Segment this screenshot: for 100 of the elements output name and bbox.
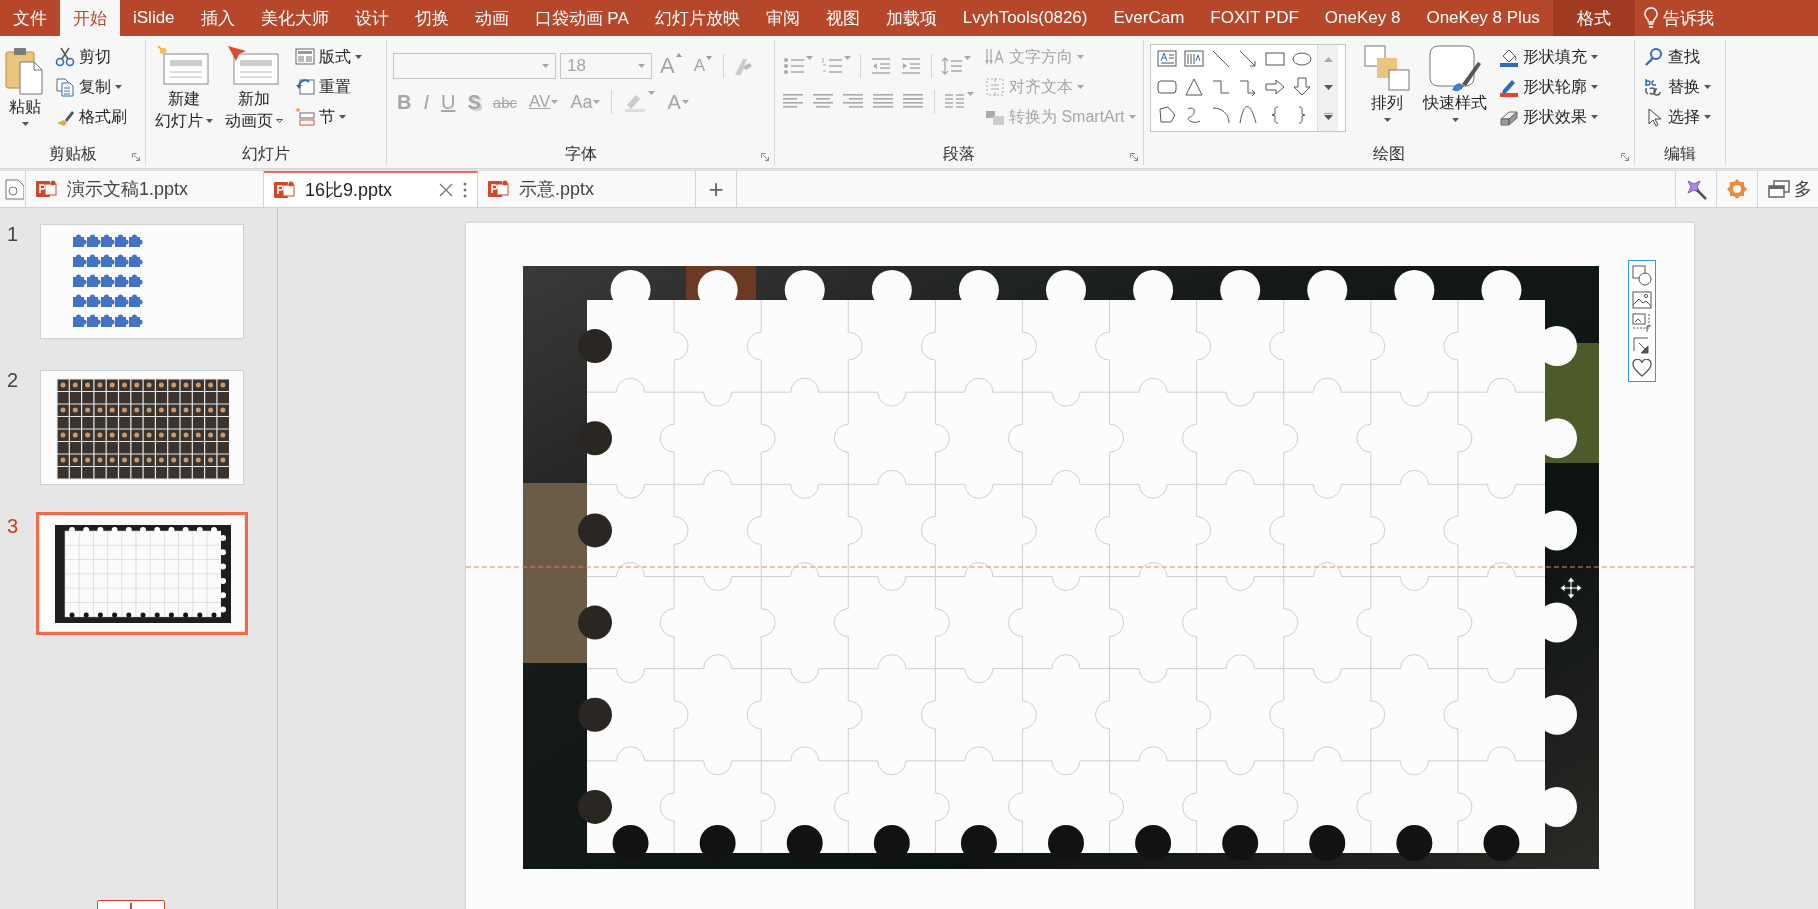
slide-thumbnail[interactable]	[40, 370, 244, 485]
arrange-button[interactable]: 排列	[1360, 42, 1414, 128]
ribbon-tab[interactable]: OneKey 8 Plus	[1413, 0, 1553, 36]
paste-button[interactable]: 粘贴	[0, 42, 50, 132]
bullets-icon[interactable]	[783, 56, 805, 76]
heart-icon[interactable]	[1632, 359, 1652, 377]
ribbon-tab[interactable]: 口袋动画 PA	[521, 0, 642, 36]
gallery-more-icon[interactable]	[1323, 112, 1333, 120]
paint-bucket-icon	[1499, 47, 1519, 67]
numbering-icon[interactable]	[821, 56, 843, 76]
triangle-icon[interactable]	[1183, 77, 1204, 97]
caret-icon	[355, 55, 362, 59]
arrow-line-icon[interactable]	[1237, 49, 1258, 69]
select-button[interactable]: 选择	[1641, 102, 1714, 132]
close-icon[interactable]	[439, 183, 453, 197]
brush-square-icon	[1428, 44, 1482, 92]
window-icon	[1768, 180, 1790, 198]
ribbon-tab[interactable]: EverCam	[1100, 0, 1198, 36]
copy-button[interactable]: 复制	[52, 72, 130, 102]
new-slide-button[interactable]: 新建 幻灯片	[152, 42, 216, 134]
caret-icon	[681, 100, 689, 104]
ribbon-tab[interactable]: 插入	[187, 0, 248, 36]
text-box-icon[interactable]	[1156, 49, 1177, 69]
more-icon[interactable]	[463, 182, 467, 198]
elbow-connector-icon[interactable]	[1210, 77, 1231, 97]
rectangle-icon[interactable]	[1264, 49, 1285, 69]
shapes-icon[interactable]	[1632, 265, 1652, 287]
ribbon-tab[interactable]: 幻灯片放映	[641, 0, 753, 36]
new-slide-icon	[156, 44, 212, 88]
ribbon-tab[interactable]: 切换	[401, 0, 462, 36]
ribbon-tab[interactable]: 文件	[0, 0, 60, 36]
ribbon-tab[interactable]: 开始	[60, 0, 120, 36]
settings-icon[interactable]	[1726, 178, 1748, 200]
new-tab-button[interactable]: +	[696, 171, 737, 207]
elbow-arrow-icon[interactable]	[1237, 77, 1258, 97]
slide-thumbnail[interactable]	[40, 224, 244, 339]
cut-button[interactable]: 剪切	[52, 42, 130, 72]
ribbon-tab[interactable]: FOXIT PDF	[1197, 0, 1312, 36]
corner-arrow-icon[interactable]	[1633, 337, 1651, 355]
replace-button[interactable]: 替换	[1641, 72, 1714, 102]
layout-icon	[295, 47, 315, 67]
ribbon-tab[interactable]: 设计	[341, 0, 402, 36]
vertical-text-box-icon[interactable]	[1183, 49, 1204, 69]
presentation-file-icon	[488, 179, 509, 199]
oval-icon[interactable]	[1291, 49, 1312, 69]
caret-icon	[1077, 85, 1084, 89]
layout-button[interactable]: 版式	[292, 42, 365, 72]
document-tab[interactable]: 示意.pptx	[478, 171, 696, 207]
ribbon-tab[interactable]: 审阅	[752, 0, 813, 36]
curve-icon[interactable]	[1237, 105, 1258, 125]
dialog-launcher-icon[interactable]	[1130, 153, 1138, 161]
caret-icon	[115, 85, 122, 89]
reset-button[interactable]: 重置	[292, 72, 365, 102]
document-tab[interactable]: 演示文稿1.pptx	[26, 171, 264, 207]
freeform-icon[interactable]	[1156, 105, 1177, 125]
shape-outline-button[interactable]: 形状轮廓	[1496, 72, 1601, 102]
shape-effects-button[interactable]: 形状效果	[1496, 102, 1601, 132]
ribbon-tab[interactable]: iSlide	[120, 0, 188, 36]
arc-icon[interactable]	[1210, 105, 1231, 125]
shape-fill-button[interactable]: 形状填充	[1496, 42, 1601, 72]
search-icon	[1644, 47, 1664, 67]
caret-icon	[1383, 118, 1391, 122]
caret-icon	[638, 64, 645, 68]
overlapping-squares-icon	[1363, 44, 1411, 92]
document-tab[interactable]: 16比9.pptx	[264, 171, 478, 207]
caret-icon	[844, 56, 851, 60]
caret-icon	[675, 53, 682, 57]
ribbon-tab[interactable]: OneKey 8	[1311, 0, 1414, 36]
line-icon[interactable]	[1210, 49, 1231, 69]
ribbon-tab[interactable]: 视图	[812, 0, 873, 36]
view-menu-label[interactable]: 多	[1794, 177, 1812, 201]
rounded-rectangle-icon[interactable]	[1156, 77, 1177, 97]
scroll-down-icon[interactable]	[1323, 84, 1333, 90]
ribbon-tab[interactable]: 格式	[1552, 0, 1635, 36]
ribbon-tab[interactable]: 美化大师	[247, 0, 342, 36]
find-button[interactable]: 查找	[1641, 42, 1714, 72]
line-spacing-icon[interactable]	[941, 56, 963, 76]
dialog-launcher-icon[interactable]	[1621, 153, 1629, 161]
ribbon-tab[interactable]: 加载项	[872, 0, 950, 36]
dialog-launcher-icon[interactable]	[132, 153, 140, 161]
magic-wand-icon[interactable]	[1684, 177, 1708, 201]
scroll-up-icon[interactable]	[1323, 56, 1333, 62]
quick-styles-button[interactable]: 快速样式	[1420, 42, 1490, 128]
ribbon-tab[interactable]: LvyhTools(0826)	[949, 0, 1101, 36]
caret-icon	[206, 119, 213, 123]
decrease-indent-icon[interactable]	[870, 56, 892, 76]
right-arrow-icon[interactable]	[1264, 77, 1285, 97]
ribbon-tab[interactable]: 动画	[461, 0, 522, 36]
picture-icon[interactable]	[1632, 291, 1652, 309]
pencil-icon	[1499, 77, 1519, 97]
tell-me-search[interactable]: 告诉我	[1662, 6, 1714, 30]
new-animation-page-button[interactable]: 新加 动画页	[222, 42, 286, 134]
down-arrow-icon[interactable]	[1291, 77, 1312, 97]
picture-crop-icon[interactable]	[1632, 313, 1652, 333]
increase-indent-icon[interactable]	[900, 56, 922, 76]
dialog-launcher-icon[interactable]	[761, 153, 769, 161]
text-direction-icon	[985, 47, 1005, 67]
caret-icon	[648, 91, 656, 95]
format-painter-button[interactable]: 格式刷	[52, 102, 130, 132]
section-button[interactable]: 节	[292, 102, 365, 132]
